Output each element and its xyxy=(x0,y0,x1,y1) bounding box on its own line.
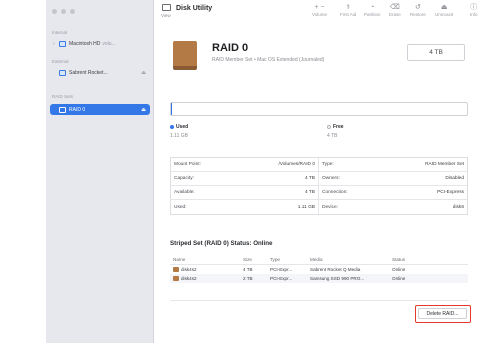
used-legend: Used 1.11 GB xyxy=(170,124,188,139)
restore-icon: ↺ xyxy=(414,4,421,11)
volume-subtitle: RAID Member Set • Mac OS Extended (Journ… xyxy=(212,57,325,63)
column-header-size[interactable]: Size xyxy=(243,257,270,262)
sidebar-item-label: Sabrent Rocket... xyxy=(69,69,108,76)
type-value: RAID Member Set xyxy=(425,162,464,167)
drive-icon xyxy=(59,69,66,76)
divider xyxy=(170,300,468,301)
capacity-badge: 4 TB xyxy=(407,44,465,61)
member-name: disk4s2 xyxy=(181,267,197,272)
member-media: Samsung SSD 990 PRO... xyxy=(310,276,365,281)
free-dot-icon xyxy=(327,125,331,129)
volume-button[interactable]: + − Volume xyxy=(312,3,327,17)
column-header-type[interactable]: Type xyxy=(270,257,310,262)
sidebar-section-external: External xyxy=(52,59,69,64)
member-media: Sabrent Rocket Q Media xyxy=(310,267,361,272)
used-row-label: Used: xyxy=(174,204,187,210)
capacity-label: Capacity: xyxy=(174,176,194,181)
info-row: Used: 1.11 GB Device: disk6 xyxy=(171,200,467,214)
free-legend: Free 4 TB xyxy=(327,124,344,139)
mount-point-label: Mount Point: xyxy=(174,162,201,167)
disk-icon xyxy=(173,276,179,281)
raid-disk-icon xyxy=(173,41,197,70)
column-header-media[interactable]: Media xyxy=(310,257,392,262)
info-row: Capacity: 4 TB Owners: Disabled xyxy=(171,172,467,186)
used-label: Used xyxy=(176,124,189,130)
partition-button[interactable]: ◔ Partition xyxy=(364,3,381,17)
window-title: Disk Utility xyxy=(176,5,213,12)
erase-icon: ⌫ xyxy=(389,4,400,11)
connection-value: PCI-Express xyxy=(437,190,464,195)
device-value: disk6 xyxy=(452,204,464,210)
volume-name: RAID 0 xyxy=(212,42,249,54)
sidebar: Internal › Macintosh HD volu... External… xyxy=(46,0,154,343)
member-type: PCI-Expr... xyxy=(270,267,293,272)
raid-members-table: Name Size Type Media Status disk4s2 4 TB… xyxy=(170,255,468,283)
connection-label: Connection: xyxy=(322,190,348,195)
used-value: 1.11 GB xyxy=(170,133,188,139)
capacity-value: 4 TB xyxy=(304,176,315,181)
sidebar-item-label: RAID 0 xyxy=(69,106,86,113)
member-size: 4 TB xyxy=(243,267,253,272)
used-row-value: 1.11 GB xyxy=(297,204,315,210)
sidebar-section-raid-sets: RAID Sets xyxy=(52,94,74,99)
info-row: Mount Point: /Volumes/RAID 0 Type: RAID Me… xyxy=(171,158,467,172)
delete-raid-highlight: Delete RAID... xyxy=(415,305,471,323)
member-status: Online xyxy=(392,267,406,272)
eject-icon[interactable]: ⏏ xyxy=(141,107,146,113)
free-value: 4 TB xyxy=(327,133,338,139)
toolbar: View Disk Utility + − Volume ⚕ First Aid… xyxy=(154,0,497,26)
eject-icon[interactable]: ⏏ xyxy=(141,70,146,76)
member-status: Online xyxy=(392,276,406,281)
disk-icon xyxy=(173,267,179,272)
delete-raid-button[interactable]: Delete RAID... xyxy=(418,308,467,319)
member-type: PCI-Expr... xyxy=(270,276,293,281)
partition-icon: ◔ xyxy=(370,4,375,11)
minimize-window-button[interactable] xyxy=(61,9,66,14)
sidebar-item-raid-0[interactable]: RAID 0 ⏏ xyxy=(50,104,150,115)
raid-icon xyxy=(59,106,66,113)
owners-value: Disabled xyxy=(445,176,464,181)
sidebar-section-internal: Internal xyxy=(52,30,68,35)
erase-button[interactable]: ⌫ Erase xyxy=(389,3,401,17)
unmount-icon: ⏏ xyxy=(440,4,448,11)
member-name: disk4s2 xyxy=(181,276,197,281)
available-label: Available: xyxy=(174,190,195,195)
available-value: 4 TB xyxy=(304,190,315,195)
info-button[interactable]: ⓘ Info xyxy=(470,3,478,17)
column-header-name[interactable]: Name xyxy=(170,257,243,262)
type-label: Type: xyxy=(322,162,334,167)
usage-bar xyxy=(170,102,468,116)
usage-bar-used-fill xyxy=(171,103,173,115)
unmount-button[interactable]: ⏏ Unmount xyxy=(435,3,453,17)
restore-button[interactable]: ↺ Restore xyxy=(410,3,426,17)
view-label: View xyxy=(161,13,171,18)
sidebar-item-sabrent-rocket[interactable]: Sabrent Rocket... ⏏ xyxy=(50,67,150,78)
column-header-status[interactable]: Status xyxy=(392,257,432,262)
table-header: Name Size Type Media Status xyxy=(170,255,468,265)
mount-point-value: /Volumes/RAID 0 xyxy=(278,162,315,167)
window-controls xyxy=(52,9,75,14)
stethoscope-icon: ⚕ xyxy=(346,4,351,11)
free-label: Free xyxy=(333,124,344,130)
owners-label: Owners: xyxy=(322,176,340,181)
plus-minus-icon: + − xyxy=(314,4,325,11)
first-aid-button[interactable]: ⚕ First Aid xyxy=(340,3,356,17)
close-window-button[interactable] xyxy=(52,9,57,14)
sidebar-view-icon[interactable] xyxy=(162,4,171,11)
raid-set-status-title: Striped Set (RAID 0) Status: Online xyxy=(170,240,273,247)
info-table: Mount Point: /Volumes/RAID 0 Type: RAID Me… xyxy=(170,157,468,215)
drive-icon xyxy=(59,40,66,47)
sidebar-item-macintosh-hd[interactable]: › Macintosh HD volu... xyxy=(50,38,150,49)
sidebar-item-trail: volu... xyxy=(102,40,116,47)
info-icon: ⓘ xyxy=(470,4,478,11)
sidebar-item-label: Macintosh HD xyxy=(69,40,101,47)
info-row: Available: 4 TB Connection: PCI-Express xyxy=(171,186,467,200)
zoom-window-button[interactable] xyxy=(70,9,75,14)
table-row[interactable]: disk4s2 2 TB PCI-Expr... Samsung SSD 990… xyxy=(170,274,468,283)
member-size: 2 TB xyxy=(243,276,253,281)
used-dot-icon xyxy=(170,125,174,129)
device-label: Device: xyxy=(322,204,338,210)
table-row[interactable]: disk4s2 4 TB PCI-Expr... Sabrent Rocket … xyxy=(170,265,468,274)
